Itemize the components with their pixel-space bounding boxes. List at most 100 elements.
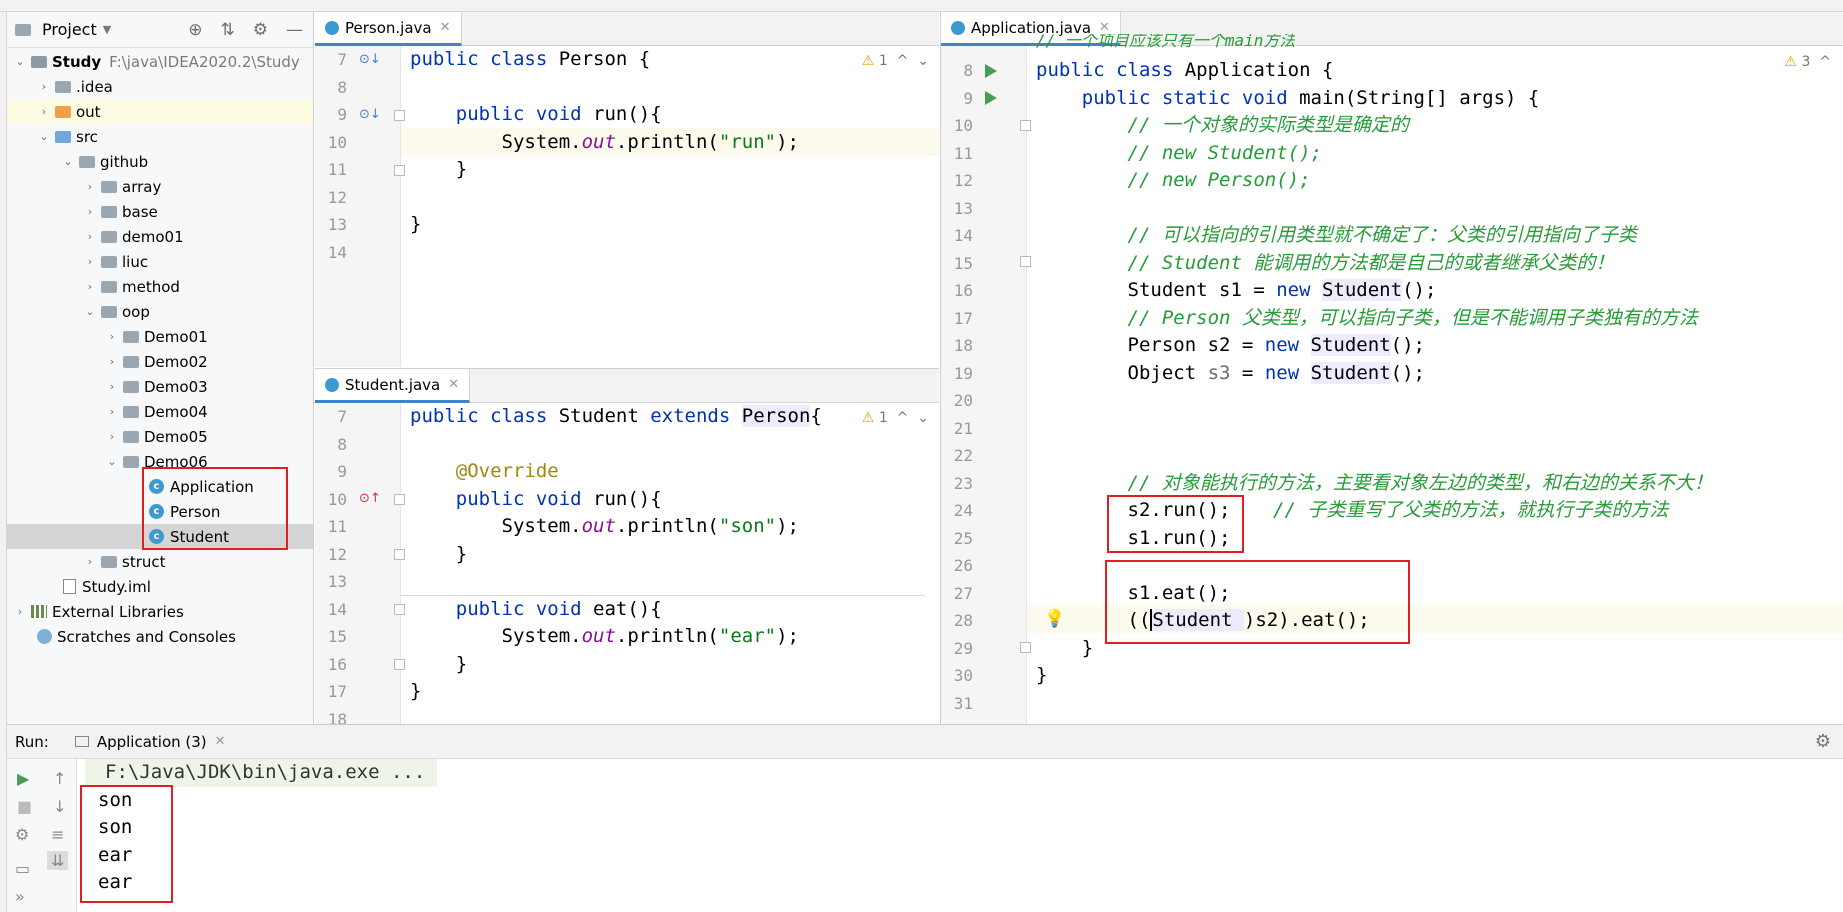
- tab-run-application[interactable]: Application (3) ✕: [74, 733, 226, 751]
- chevron-right-icon[interactable]: ›: [105, 355, 119, 368]
- fold-icon[interactable]: [1020, 642, 1031, 653]
- fold-icon[interactable]: [394, 604, 405, 615]
- minimize-icon[interactable]: —: [286, 20, 303, 40]
- collapse-icon[interactable]: ⇅: [221, 20, 235, 40]
- warning-indicator[interactable]: ⚠ 1 ^ ⌄: [862, 53, 929, 69]
- fold-icon[interactable]: [394, 110, 405, 121]
- implemented-icon[interactable]: ⊙↓: [359, 107, 381, 122]
- chevron-right-icon[interactable]: ›: [83, 205, 97, 218]
- tree-item-demo01-pkg[interactable]: › Demo01: [7, 324, 313, 349]
- warning-icon: ⚠: [861, 53, 875, 69]
- run-main-icon[interactable]: [985, 91, 997, 105]
- code-line: public class Person {: [410, 48, 651, 70]
- fold-icon[interactable]: [394, 549, 405, 560]
- tree-item-scratches[interactable]: Scratches and Consoles: [7, 624, 313, 649]
- close-icon[interactable]: ✕: [215, 734, 226, 749]
- tree-item-external-libraries[interactable]: › External Libraries: [7, 599, 313, 624]
- stop-icon[interactable]: ■: [17, 797, 32, 816]
- tree-item-person[interactable]: c Person: [7, 499, 313, 524]
- close-icon[interactable]: ✕: [440, 20, 451, 35]
- tree-item-application[interactable]: c Application: [7, 474, 313, 499]
- chevron-right-icon[interactable]: ›: [105, 330, 119, 343]
- chevron-right-icon[interactable]: ›: [105, 405, 119, 418]
- tree-item-study[interactable]: ⌄ Study F:\java\IDEA2020.2\Study: [7, 49, 313, 74]
- tab-label: Student.java: [345, 375, 441, 394]
- tree-item-demo05[interactable]: › Demo05: [7, 424, 313, 449]
- line-number: 25: [953, 528, 973, 548]
- tree-item-github[interactable]: ⌄ github: [7, 149, 313, 174]
- tree-item-method[interactable]: › method: [7, 274, 313, 299]
- run-class-icon[interactable]: [985, 64, 997, 78]
- folder-icon: [55, 80, 71, 93]
- chevron-down-icon[interactable]: ⌄: [105, 455, 119, 468]
- tree-item-src[interactable]: ⌄ src: [7, 124, 313, 149]
- package-icon: [101, 230, 117, 243]
- tree-item-demo03[interactable]: › Demo03: [7, 374, 313, 399]
- package-icon: [101, 205, 117, 218]
- layout-icon[interactable]: ▭: [15, 859, 30, 878]
- tree-item-demo06[interactable]: ⌄ Demo06: [7, 449, 313, 474]
- warning-indicator[interactable]: ⚠ 3 ^: [1784, 54, 1831, 70]
- tab-label: Person.java: [345, 18, 432, 37]
- chevron-right-icon[interactable]: ›: [83, 230, 97, 243]
- chevron-right-icon[interactable]: ›: [105, 380, 119, 393]
- tree-item-idea[interactable]: › .idea: [7, 74, 313, 99]
- tree-item-oop[interactable]: ⌄ oop: [7, 299, 313, 324]
- tree-item-base[interactable]: › base: [7, 199, 313, 224]
- chevron-down-icon[interactable]: ⌄: [61, 155, 75, 168]
- gear-icon[interactable]: ⚙: [1815, 731, 1831, 752]
- line-number: 16: [327, 654, 347, 674]
- chevron-right-icon[interactable]: ›: [83, 255, 97, 268]
- tree-item-student[interactable]: c Student: [7, 524, 313, 549]
- package-icon: [101, 255, 117, 268]
- warning-indicator[interactable]: ⚠ 1 ^ ⌄: [862, 410, 929, 426]
- gear-icon[interactable]: ⚙: [253, 20, 268, 40]
- line-number: 13: [327, 215, 347, 234]
- tab-student-java[interactable]: Student.java ✕: [315, 369, 471, 403]
- warning-icon: ⚠: [861, 410, 875, 426]
- chevron-down-icon[interactable]: ⌄: [13, 55, 27, 68]
- chevron-right-icon[interactable]: ›: [83, 280, 97, 293]
- overrides-icon[interactable]: ⊙↑: [359, 491, 381, 506]
- tab-person-java[interactable]: Person.java ✕: [315, 12, 462, 46]
- locate-icon[interactable]: ⊕: [188, 20, 202, 40]
- close-icon[interactable]: ✕: [1099, 20, 1110, 35]
- debug-icon[interactable]: ⚙: [15, 825, 29, 844]
- soft-wrap-icon[interactable]: ≡: [51, 825, 64, 844]
- tree-item-study-iml[interactable]: Study.iml: [7, 574, 313, 599]
- code-line: }: [410, 542, 468, 565]
- chevron-right-icon[interactable]: ›: [83, 180, 97, 193]
- fold-icon[interactable]: [1020, 120, 1031, 131]
- fold-icon[interactable]: [394, 494, 405, 505]
- tree-item-liuc[interactable]: › liuc: [7, 249, 313, 274]
- fold-icon[interactable]: [394, 659, 405, 670]
- tree-item-demo01[interactable]: › demo01: [7, 224, 313, 249]
- chevron-down-icon[interactable]: ⌄: [83, 305, 97, 318]
- chevron-right-icon[interactable]: ›: [37, 80, 51, 93]
- chevron-right-icon[interactable]: ›: [105, 430, 119, 443]
- tree-item-out[interactable]: › out: [7, 99, 313, 124]
- up-arrow-icon[interactable]: ↑: [53, 769, 66, 788]
- line-number: 12: [327, 187, 347, 207]
- more-icon[interactable]: »: [15, 887, 25, 906]
- tree-item-struct[interactable]: › struct: [7, 549, 313, 574]
- scroll-to-end-icon[interactable]: ⇊: [47, 851, 69, 870]
- package-icon: [79, 155, 95, 168]
- chevron-right-icon[interactable]: ›: [83, 555, 97, 568]
- tree-item-array[interactable]: › array: [7, 174, 313, 199]
- down-arrow-icon[interactable]: ↓: [53, 797, 66, 816]
- tree-item-demo04[interactable]: › Demo04: [7, 399, 313, 424]
- project-panel-title[interactable]: Project: [42, 20, 97, 39]
- chevron-down-icon[interactable]: ⌄: [37, 130, 51, 143]
- chevron-right-icon[interactable]: ›: [13, 605, 27, 618]
- console-output-line: son: [98, 816, 133, 838]
- fold-icon[interactable]: [394, 165, 405, 176]
- rerun-icon[interactable]: ▶: [17, 769, 29, 788]
- line-number: 15: [953, 253, 973, 273]
- close-icon[interactable]: ✕: [448, 377, 459, 392]
- chevron-right-icon[interactable]: ›: [37, 105, 51, 118]
- tree-item-demo02[interactable]: › Demo02: [7, 349, 313, 374]
- chevron-down-icon[interactable]: ▼: [103, 23, 111, 36]
- fold-icon[interactable]: [1020, 256, 1031, 267]
- implemented-icon[interactable]: ⊙↓: [359, 52, 381, 67]
